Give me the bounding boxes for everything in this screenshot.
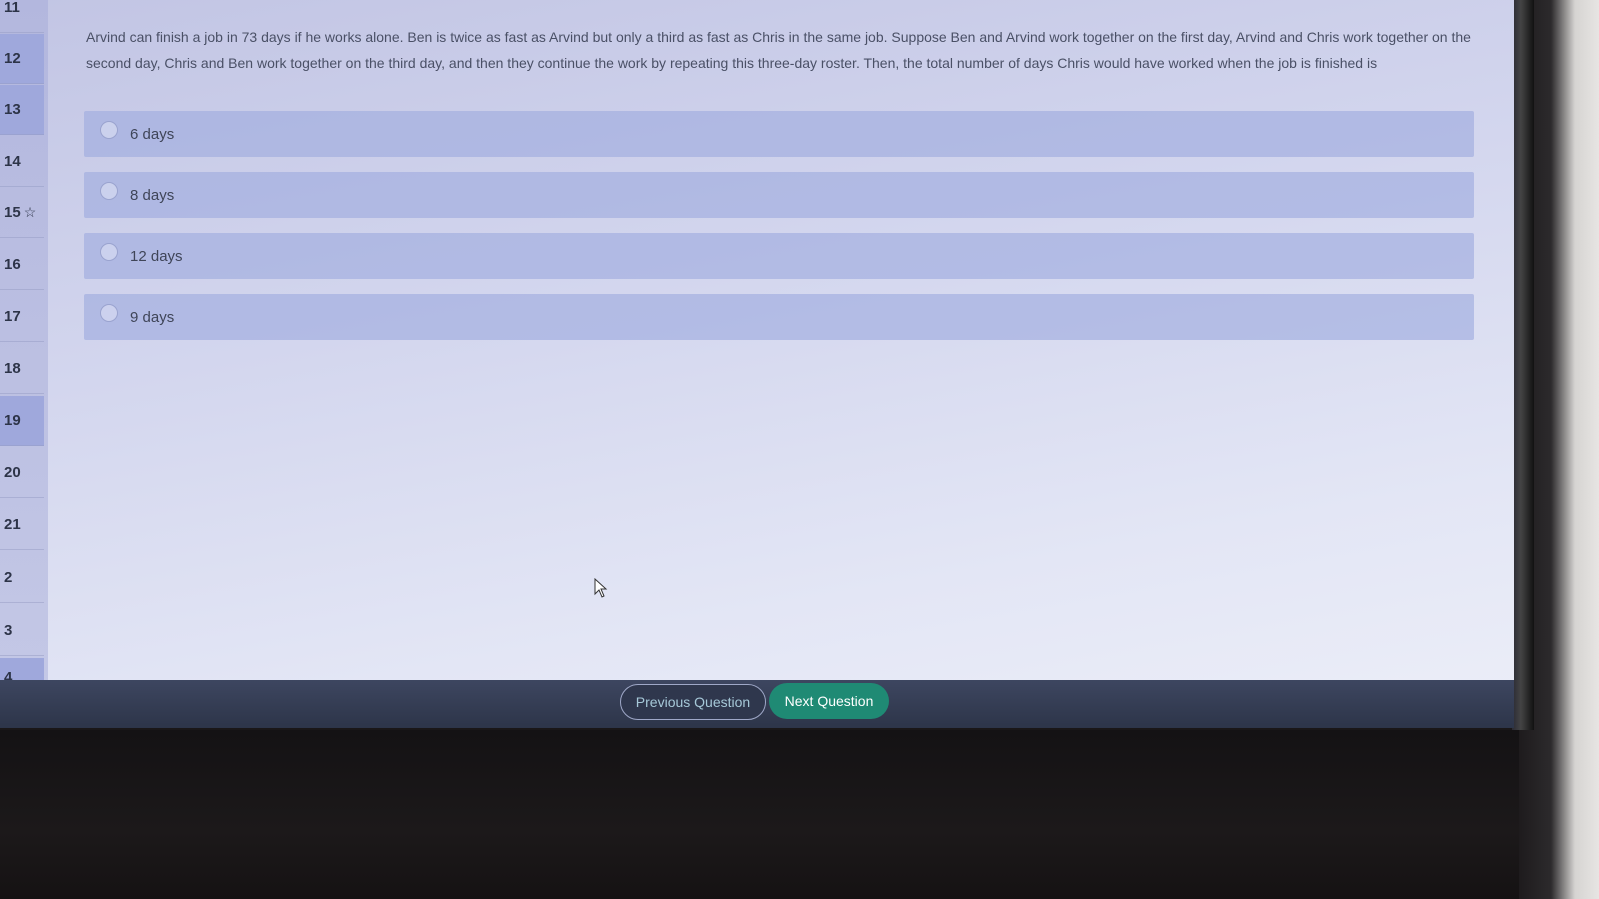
question-nav-number: 15 [4,204,21,221]
radio-button[interactable] [100,121,118,139]
previous-question-button[interactable]: Previous Question [620,684,766,720]
question-nav-number: 19 [4,412,21,429]
question-nav-item[interactable]: 15 ☆ [0,188,44,238]
answer-option-label: 12 days [130,247,183,265]
question-nav-number: 2 [4,569,13,586]
radio-button[interactable] [100,182,118,200]
answer-option[interactable]: 9 days [84,294,1474,340]
monitor-frame [1512,0,1534,730]
next-question-button[interactable]: Next Question [769,683,889,719]
answer-option-label: 9 days [130,308,175,326]
question-nav-number: 17 [4,308,21,325]
question-nav-item[interactable]: 13 [0,85,44,135]
question-nav-item[interactable]: 14 [0,137,44,187]
question-nav-item[interactable]: 17 [0,292,44,342]
question-text: Arvind can finish a job in 73 days if he… [86,29,1471,71]
question-nav-number: 13 [4,101,21,118]
question-nav-item[interactable]: 12 [0,34,44,84]
question-nav-number: 14 [4,153,21,170]
question-nav-number: 3 [4,622,13,639]
question-nav-number: 12 [4,50,21,67]
radio-button[interactable] [100,243,118,261]
answer-option[interactable]: 12 days [84,233,1474,279]
radio-button[interactable] [100,304,118,322]
question-nav-number: 21 [4,516,21,533]
star-icon[interactable]: ☆ [24,204,37,221]
question-nav-item[interactable]: 20 [0,448,44,498]
question-navigator: 11 12 13 14 15 ☆ 16 17 18 19 20 21 2 3 4 [0,0,48,700]
question-nav-item[interactable]: 2 [0,553,44,603]
question-nav-item[interactable]: 21 [0,500,44,550]
answer-option[interactable]: 6 days [84,111,1474,157]
question-nav-number: 16 [4,256,21,273]
question-nav-item[interactable]: 3 [0,606,44,656]
question-nav-item[interactable]: 18 [0,344,44,394]
answer-option[interactable]: 8 days [84,172,1474,218]
question-nav-number: 11 [4,0,20,16]
monitor-bezel [0,730,1599,899]
question-nav-number: 20 [4,464,21,481]
mouse-cursor-icon [594,578,608,598]
question-nav-item[interactable]: 11 [0,0,44,33]
question-nav-number: 18 [4,360,21,377]
exam-screen: 11 12 13 14 15 ☆ 16 17 18 19 20 21 2 3 4 … [0,0,1514,728]
question-nav-item[interactable]: 16 [0,240,44,290]
answer-option-label: 8 days [130,186,175,204]
answer-option-label: 6 days [130,125,175,143]
question-nav-item[interactable]: 19 [0,396,44,446]
